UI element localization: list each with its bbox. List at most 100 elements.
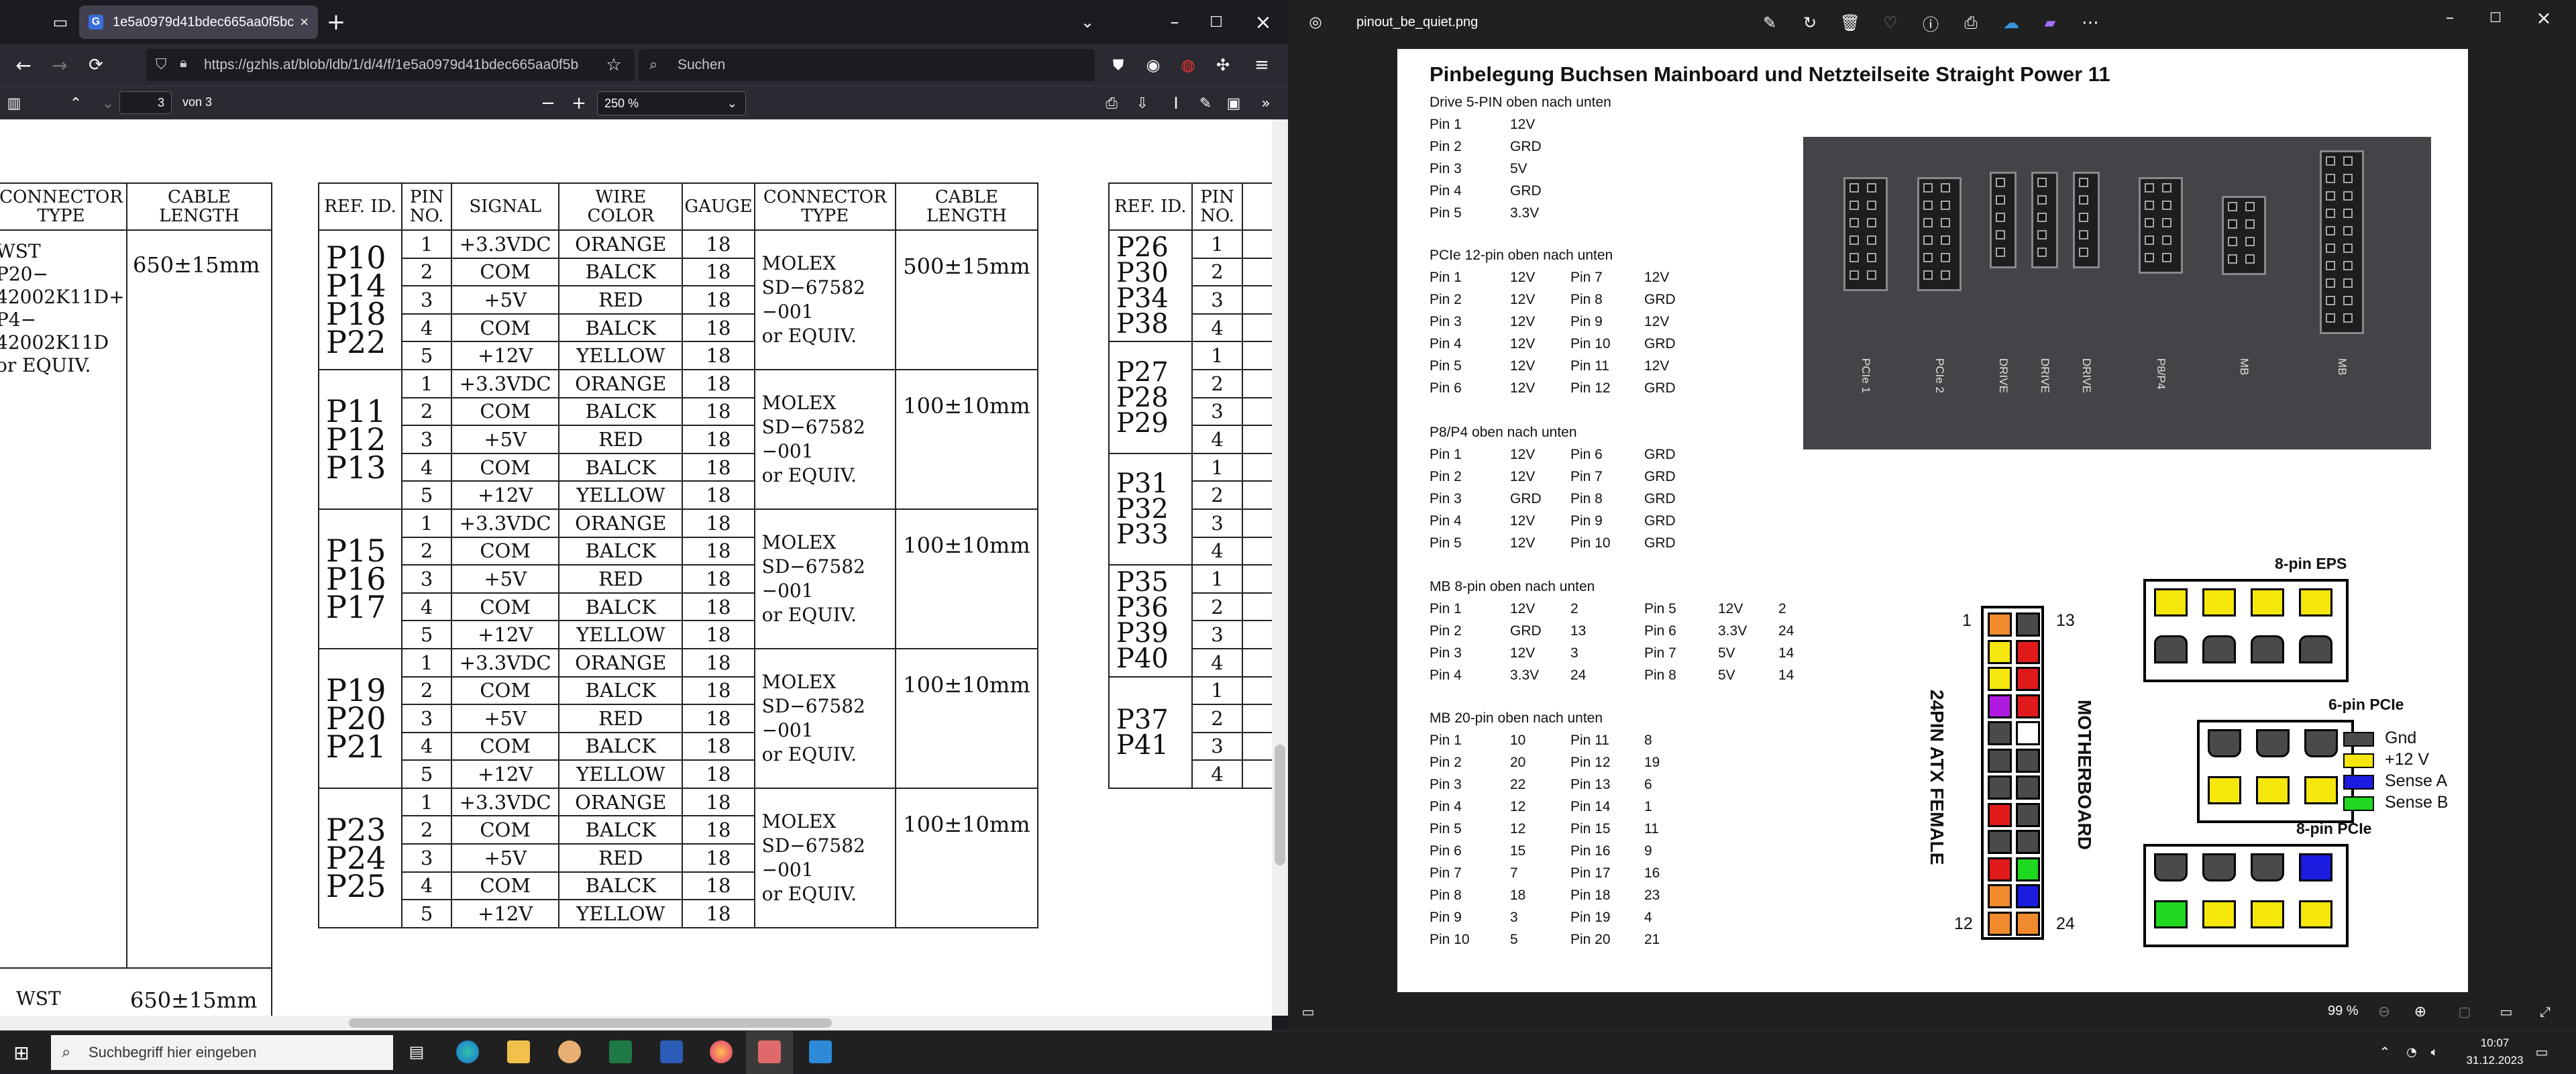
- zoom-in-icon[interactable]: +: [568, 92, 590, 115]
- pin-value: Pin 1: [1430, 270, 1462, 285]
- extensions-puzzle-icon[interactable]: ✣: [1210, 52, 1236, 78]
- menu-hamburger-icon[interactable]: ≡: [1249, 52, 1275, 78]
- print-icon[interactable]: ⎙: [1100, 92, 1123, 115]
- delete-icon[interactable]: 🗑︎: [1838, 11, 1862, 35]
- fit-icon[interactable]: ▢: [2454, 1001, 2475, 1022]
- pin-value: Pin 6: [1644, 623, 1676, 639]
- connector-pin: [2343, 278, 2353, 288]
- volume-icon[interactable]: 🔈︎: [2424, 1042, 2445, 1062]
- browser-tab[interactable]: G 1e5a0979d41bdec665aa0f5bc ×: [79, 5, 318, 39]
- pin-row: Pin 4 GRD: [1430, 180, 1611, 202]
- edit-icon[interactable]: ✎: [1758, 11, 1782, 35]
- pin-cell: 2: [1191, 257, 1244, 287]
- pocket-icon[interactable]: ⛊: [1106, 52, 1131, 78]
- page-number-input[interactable]: 3: [119, 91, 172, 114]
- view-mode-icon[interactable]: ▭: [2496, 1001, 2517, 1022]
- clock-time[interactable]: 10:07: [2471, 1036, 2518, 1050]
- image-tool-icon[interactable]: ▣: [1222, 92, 1245, 115]
- wire-color-cell: ORANGE: [558, 229, 684, 259]
- pin-row: Pin 2 20 Pin 12 19: [1430, 751, 1660, 773]
- maximize-button[interactable]: ☐: [1202, 8, 1230, 36]
- pin-cell: 1: [401, 229, 453, 259]
- tab-list-icon[interactable]: ▭: [47, 12, 74, 32]
- favorite-icon[interactable]: ♡: [1878, 11, 1902, 35]
- photo-editor-icon[interactable]: [809, 1040, 832, 1063]
- connector-pin: [2343, 244, 2353, 253]
- word-icon[interactable]: [660, 1040, 683, 1063]
- pin-value: 12V: [1510, 380, 1536, 396]
- pin-value: Pin 8: [1570, 292, 1603, 307]
- explorer-icon[interactable]: [507, 1040, 530, 1063]
- info-icon[interactable]: ⓘ: [1919, 11, 1943, 35]
- more-options-icon[interactable]: ⋯: [2078, 11, 2102, 35]
- firefox-icon[interactable]: [710, 1040, 733, 1063]
- bookmark-star-icon[interactable]: ☆: [601, 52, 627, 78]
- diagram-label: 12: [1954, 914, 1973, 933]
- network-icon[interactable]: ◔: [2402, 1042, 2422, 1062]
- previous-page-icon[interactable]: ⌃: [64, 92, 87, 115]
- filmstrip-icon[interactable]: ▭: [1297, 1001, 1319, 1022]
- tools-more-icon[interactable]: »: [1254, 92, 1277, 115]
- extension-icon[interactable]: ◍: [1175, 52, 1201, 78]
- onedrive-icon[interactable]: ☁: [1999, 11, 2023, 35]
- connector-pin: [2162, 201, 2171, 210]
- signal-cell: +12V: [451, 480, 560, 510]
- tab-close-icon[interactable]: ×: [300, 13, 309, 31]
- pin-value: Pin 5: [1430, 821, 1462, 837]
- url-bar[interactable]: ⛉ 🔒︎ https://gzhls.at/blob/ldb/1/d/4/f/1…: [146, 49, 635, 81]
- draw-tool-icon[interactable]: ✎: [1194, 92, 1217, 115]
- lock-icon[interactable]: 🔒︎: [180, 56, 187, 71]
- taskbar-search-input[interactable]: ⌕ Suchbegriff hier eingeben: [51, 1035, 393, 1070]
- save-icon[interactable]: ⇩: [1131, 92, 1154, 115]
- pin-value: 5: [1510, 932, 1518, 947]
- close-window-button[interactable]: ×: [1249, 8, 1277, 36]
- vertical-scrollbar[interactable]: [1272, 119, 1288, 1016]
- connector-type-header: CONNECTOR TYPE: [0, 184, 127, 231]
- pin-value: 12V: [1510, 358, 1536, 374]
- print-icon[interactable]: ⎙: [1959, 11, 1983, 35]
- start-windows-icon[interactable]: ⊞: [9, 1040, 34, 1065]
- reload-icon[interactable]: ⟳: [83, 52, 109, 78]
- minimize-button[interactable]: –: [2436, 4, 2463, 31]
- maximize-button[interactable]: ☐: [2482, 4, 2509, 31]
- forward-icon[interactable]: →: [47, 52, 72, 78]
- sidebar-toggle-icon[interactable]: ▥: [3, 92, 25, 115]
- zoom-select[interactable]: 250 % ⌄: [597, 91, 746, 115]
- clipchamp-icon[interactable]: ▰: [2038, 11, 2062, 35]
- account-icon[interactable]: ◉: [1140, 52, 1166, 78]
- text-tool-icon[interactable]: I: [1165, 92, 1187, 115]
- next-page-icon[interactable]: ⌄: [97, 92, 119, 115]
- ref-id-cell: P27 P28 P29: [1108, 341, 1193, 454]
- pin-value: 12V: [1510, 270, 1536, 285]
- clock-date[interactable]: 31.12.2023: [2458, 1054, 2532, 1067]
- shield-icon[interactable]: ⛉: [156, 56, 167, 73]
- list-tabs-chevron-icon[interactable]: ⌄: [1073, 8, 1102, 36]
- notification-icon[interactable]: ▭: [2532, 1042, 2552, 1062]
- excel-icon[interactable]: [609, 1040, 632, 1063]
- rotate-icon[interactable]: ↻: [1798, 11, 1822, 35]
- new-tab-button[interactable]: +: [322, 8, 350, 36]
- tray-overflow-icon[interactable]: ⌃: [2375, 1042, 2395, 1062]
- photos-taskbar-icon[interactable]: [758, 1040, 781, 1063]
- zoom-in-icon[interactable]: ⊕: [2410, 1001, 2431, 1022]
- zoom-out-icon[interactable]: −: [537, 92, 559, 115]
- pin-cell: 2: [401, 815, 453, 845]
- zoom-out-icon[interactable]: ⊖: [2373, 1001, 2395, 1022]
- edge-icon[interactable]: [456, 1040, 479, 1063]
- vertical-scroll-thumb[interactable]: [1275, 745, 1285, 865]
- photos-status-bar: ▭ 99 % ⊖ ⊕ ▢ ▭ ⤢: [1288, 993, 2576, 1030]
- close-window-button[interactable]: ×: [2530, 4, 2557, 31]
- signal-cell: COM: [451, 452, 560, 482]
- fullscreen-icon[interactable]: ⤢: [2534, 1001, 2556, 1022]
- minimize-button[interactable]: –: [1161, 8, 1189, 36]
- signal-cell: COM: [451, 396, 560, 427]
- plug-pin: [2251, 900, 2284, 928]
- horizontal-scroll-thumb[interactable]: [349, 1018, 832, 1028]
- back-icon[interactable]: ←: [11, 52, 36, 78]
- paint-icon[interactable]: [558, 1040, 581, 1063]
- search-input[interactable]: ⌕ Suchen: [639, 49, 1095, 81]
- task-view-icon[interactable]: ▤: [405, 1040, 428, 1063]
- pin-cell: 4: [1191, 536, 1244, 566]
- connector-pin: [2343, 313, 2353, 323]
- legend-swatch: [2343, 796, 2374, 811]
